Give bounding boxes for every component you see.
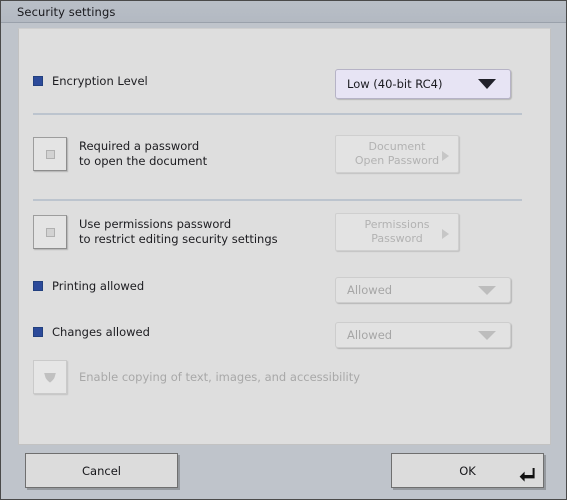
window-title: Security settings <box>17 4 116 19</box>
ok-button-label: OK <box>459 463 476 478</box>
changes-allowed-checkbox[interactable]: Changes allowed <box>33 325 150 339</box>
document-open-password-line1: Document <box>368 140 426 153</box>
encryption-level-select[interactable]: Low (40-bit RC4) <box>335 69 511 99</box>
encryption-level-combo-wrap: Low (40-bit RC4) <box>335 69 511 99</box>
checked-square-icon <box>33 327 43 337</box>
permissions-password-button-label: Permissions Password <box>364 218 429 246</box>
document-open-password-button[interactable]: Document Open Password <box>335 135 459 173</box>
dialog-footer: Cancel OK <box>1 443 566 499</box>
checked-square-icon <box>33 281 43 291</box>
checkmark-icon <box>44 372 56 383</box>
separator-2 <box>33 199 522 201</box>
encryption-level-value: Low (40-bit RC4) <box>347 77 443 91</box>
printing-allowed-label: Printing allowed <box>52 279 145 293</box>
ok-button[interactable]: OK <box>391 453 544 488</box>
open-password-row: Required a password to open the document <box>33 137 207 171</box>
printing-allowed-select[interactable]: Allowed <box>335 277 511 303</box>
changes-allowed-combo-wrap: Allowed <box>335 322 511 348</box>
encryption-level-checkbox[interactable]: Encryption Level <box>33 74 148 88</box>
permissions-password-line1: Use permissions password <box>79 217 232 231</box>
enable-copying-toggle[interactable] <box>33 360 67 394</box>
permissions-password-button-line2: Password <box>371 232 423 245</box>
changes-allowed-select[interactable]: Allowed <box>335 322 511 348</box>
printing-allowed-row: Printing allowed <box>33 279 144 293</box>
separator-1 <box>33 113 522 115</box>
enable-copying-label: Enable copying of text, images, and acce… <box>79 370 361 384</box>
permissions-password-toggle[interactable] <box>33 215 67 249</box>
permissions-password-row: Use permissions password to restrict edi… <box>33 215 278 249</box>
open-password-text: Required a password to open the document <box>79 139 207 169</box>
permissions-password-line2: to restrict editing security settings <box>79 232 278 246</box>
chevron-down-icon <box>478 330 496 340</box>
changes-allowed-label: Changes allowed <box>52 325 150 339</box>
security-settings-dialog: Security settings Encryption Level Low (… <box>0 0 567 500</box>
chevron-right-icon <box>442 229 449 239</box>
permissions-password-button[interactable]: Permissions Password <box>335 213 459 251</box>
changes-allowed-value: Allowed <box>347 328 393 342</box>
cancel-button[interactable]: Cancel <box>25 453 178 488</box>
open-password-line2: to open the document <box>79 154 208 168</box>
open-password-line1: Required a password <box>79 139 200 153</box>
printing-allowed-checkbox[interactable]: Printing allowed <box>33 279 144 293</box>
chevron-down-icon <box>478 285 496 295</box>
document-open-password-button-wrap: Document Open Password <box>335 135 459 173</box>
enter-key-icon <box>519 468 535 482</box>
encryption-level-row: Encryption Level <box>33 74 148 88</box>
printing-allowed-value: Allowed <box>347 283 393 297</box>
open-password-toggle[interactable] <box>33 137 67 171</box>
unchecked-square-icon <box>45 227 55 237</box>
chevron-down-icon <box>478 79 496 89</box>
content-panel: Encryption Level Low (40-bit RC4) Requir… <box>18 28 551 445</box>
document-open-password-line2: Open Password <box>354 154 440 167</box>
title-bar: Security settings <box>1 1 566 23</box>
permissions-password-text: Use permissions password to restrict edi… <box>79 217 278 247</box>
chevron-right-icon <box>442 151 449 161</box>
permissions-password-button-line1: Permissions <box>364 218 430 231</box>
enable-copying-row: Enable copying of text, images, and acce… <box>33 360 360 394</box>
checked-square-icon <box>33 76 43 86</box>
dialog-body: Encryption Level Low (40-bit RC4) Requir… <box>1 23 566 499</box>
changes-allowed-row: Changes allowed <box>33 325 150 339</box>
printing-allowed-combo-wrap: Allowed <box>335 277 511 303</box>
encryption-level-label: Encryption Level <box>52 74 148 88</box>
permissions-password-button-wrap: Permissions Password <box>335 213 459 251</box>
unchecked-square-icon <box>45 149 55 159</box>
cancel-button-label: Cancel <box>82 463 121 478</box>
document-open-password-label: Document Open Password <box>355 140 439 168</box>
